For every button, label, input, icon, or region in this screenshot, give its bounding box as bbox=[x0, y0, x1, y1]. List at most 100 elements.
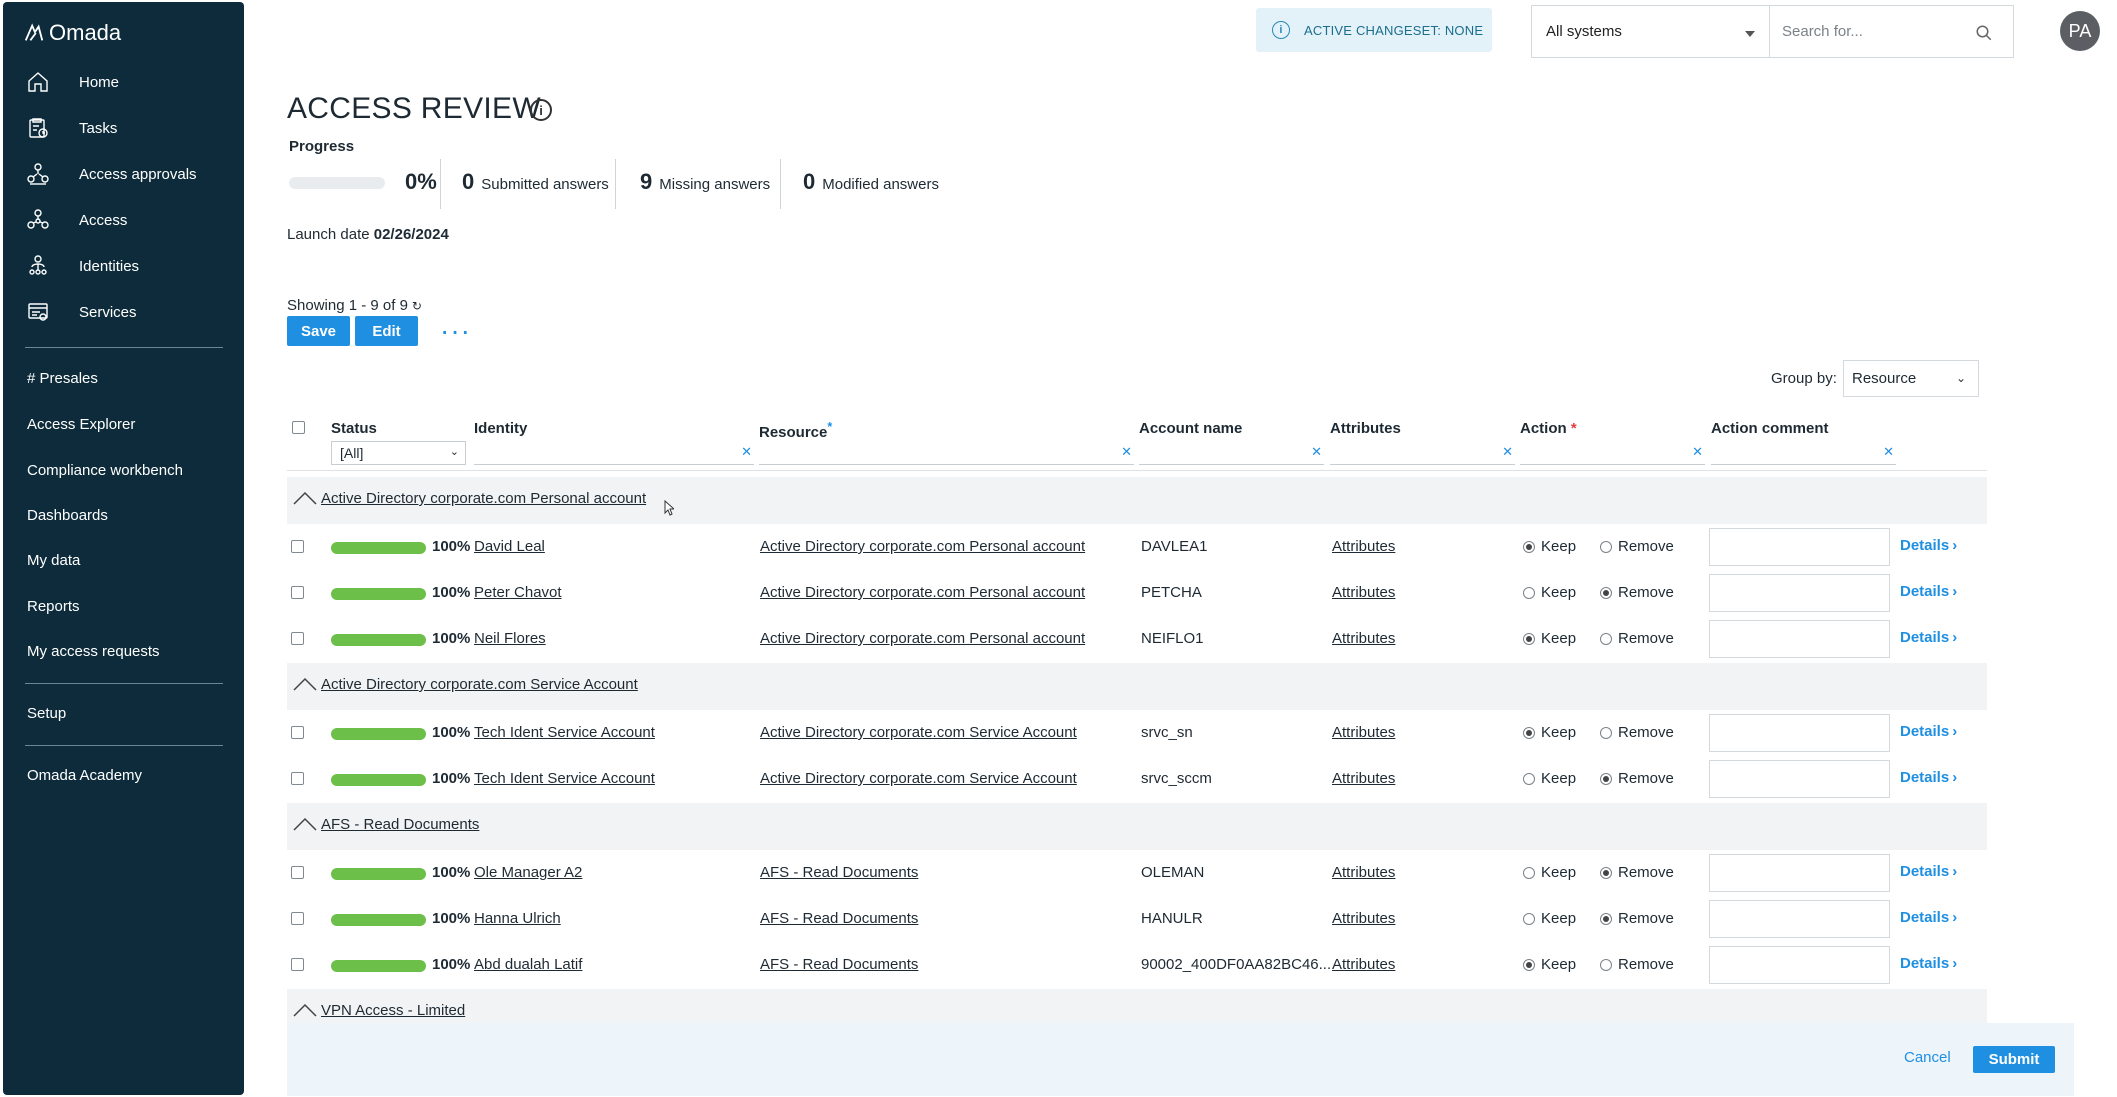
refresh-icon[interactable]: ↻ bbox=[412, 299, 422, 313]
identity-link[interactable]: Tech Ident Service Account bbox=[474, 770, 655, 787]
remove-radio[interactable]: Remove bbox=[1600, 956, 1674, 973]
details-link[interactable]: Details › bbox=[1900, 583, 1957, 600]
identity-link[interactable]: Neil Flores bbox=[474, 630, 546, 647]
attributes-link[interactable]: Attributes bbox=[1332, 956, 1395, 973]
sidebar-item-identities[interactable]: Identities bbox=[25, 250, 225, 282]
identity-link[interactable]: Abd dualah Latif bbox=[474, 956, 582, 973]
resource-link[interactable]: Active Directory corporate.com Personal … bbox=[760, 584, 1085, 601]
details-link[interactable]: Details › bbox=[1900, 629, 1957, 646]
group-by-select[interactable]: Resource ⌄ bbox=[1843, 360, 1979, 397]
identity-link[interactable]: Tech Ident Service Account bbox=[474, 724, 655, 741]
cancel-button[interactable]: Cancel bbox=[1904, 1049, 1951, 1066]
details-link[interactable]: Details › bbox=[1900, 537, 1957, 554]
systems-select[interactable]: All systems bbox=[1531, 5, 1769, 58]
details-link[interactable]: Details › bbox=[1900, 863, 1957, 880]
remove-radio[interactable]: Remove bbox=[1600, 584, 1674, 601]
resource-link[interactable]: AFS - Read Documents bbox=[760, 956, 918, 973]
action-comment-input[interactable] bbox=[1709, 760, 1890, 798]
omada-logo[interactable]: Omada bbox=[23, 20, 121, 46]
clear-filter-icon[interactable]: ✕ bbox=[1311, 444, 1322, 460]
clear-filter-icon[interactable]: ✕ bbox=[1692, 444, 1703, 460]
action-comment-input[interactable] bbox=[1709, 574, 1890, 612]
column-header-account-name[interactable]: Account name bbox=[1139, 420, 1242, 437]
keep-radio[interactable]: Keep bbox=[1523, 724, 1576, 741]
row-checkbox[interactable] bbox=[291, 912, 304, 925]
action-comment-input[interactable] bbox=[1709, 620, 1890, 658]
row-checkbox[interactable] bbox=[291, 586, 304, 599]
sidebar-item-services[interactable]: Services bbox=[25, 296, 225, 328]
row-checkbox[interactable] bbox=[291, 540, 304, 553]
keep-radio[interactable]: Keep bbox=[1523, 630, 1576, 647]
column-header-status[interactable]: Status bbox=[331, 420, 377, 437]
column-header-identity[interactable]: Identity bbox=[474, 420, 527, 437]
attributes-link[interactable]: Attributes bbox=[1332, 584, 1395, 601]
group-label[interactable]: Active Directory corporate.com Service A… bbox=[321, 676, 638, 693]
resource-link[interactable]: Active Directory corporate.com Personal … bbox=[760, 630, 1085, 647]
attributes-link[interactable]: Attributes bbox=[1332, 864, 1395, 881]
avatar[interactable]: PA bbox=[2060, 11, 2100, 51]
save-button[interactable]: Save bbox=[287, 316, 350, 346]
select-all-checkbox[interactable] bbox=[292, 421, 305, 434]
identity-link[interactable]: Ole Manager A2 bbox=[474, 864, 582, 881]
action-comment-input[interactable] bbox=[1709, 528, 1890, 566]
column-header-action-comment[interactable]: Action comment bbox=[1711, 420, 1829, 437]
sidebar-link-setup[interactable]: Setup bbox=[27, 705, 66, 727]
details-link[interactable]: Details › bbox=[1900, 909, 1957, 926]
sidebar-link-compliance-workbench[interactable]: Compliance workbench bbox=[27, 462, 183, 484]
attributes-filter-input[interactable]: ✕ bbox=[1330, 441, 1515, 465]
sidebar-item-tasks[interactable]: Tasks bbox=[25, 112, 225, 144]
sidebar-link-dashboards[interactable]: Dashboards bbox=[27, 507, 108, 529]
clear-filter-icon[interactable]: ✕ bbox=[1502, 444, 1513, 460]
action-comment-input[interactable] bbox=[1709, 900, 1890, 938]
attributes-link[interactable]: Attributes bbox=[1332, 630, 1395, 647]
row-checkbox[interactable] bbox=[291, 726, 304, 739]
chevron-up-icon[interactable] bbox=[293, 817, 317, 833]
keep-radio[interactable]: Keep bbox=[1523, 770, 1576, 787]
active-changeset-banner[interactable]: i ACTIVE CHANGESET: NONE bbox=[1256, 8, 1492, 52]
row-checkbox[interactable] bbox=[291, 958, 304, 971]
details-link[interactable]: Details › bbox=[1900, 723, 1957, 740]
identity-link[interactable]: David Leal bbox=[474, 538, 545, 555]
remove-radio[interactable]: Remove bbox=[1600, 864, 1674, 881]
resource-link[interactable]: AFS - Read Documents bbox=[760, 864, 918, 881]
keep-radio[interactable]: Keep bbox=[1523, 910, 1576, 927]
info-icon[interactable]: i bbox=[530, 99, 552, 121]
column-header-resource[interactable]: Resource* bbox=[759, 420, 832, 441]
attributes-link[interactable]: Attributes bbox=[1332, 770, 1395, 787]
chevron-up-icon[interactable] bbox=[293, 491, 317, 507]
keep-radio[interactable]: Keep bbox=[1523, 956, 1576, 973]
row-checkbox[interactable] bbox=[291, 866, 304, 879]
submit-button[interactable]: Submit bbox=[1973, 1046, 2055, 1073]
sidebar-item-home[interactable]: Home bbox=[25, 66, 225, 98]
resource-link[interactable]: AFS - Read Documents bbox=[760, 910, 918, 927]
sidebar-link-omada-academy[interactable]: Omada Academy bbox=[27, 767, 142, 789]
action-comment-input[interactable] bbox=[1709, 714, 1890, 752]
resource-link[interactable]: Active Directory corporate.com Service A… bbox=[760, 770, 1077, 787]
details-link[interactable]: Details › bbox=[1900, 955, 1957, 972]
clear-filter-icon[interactable]: ✕ bbox=[1121, 444, 1132, 460]
attributes-link[interactable]: Attributes bbox=[1332, 724, 1395, 741]
identity-link[interactable]: Peter Chavot bbox=[474, 584, 562, 601]
status-filter-select[interactable]: [All] ⌄ bbox=[331, 441, 466, 465]
search-icon[interactable] bbox=[1975, 24, 1993, 42]
keep-radio[interactable]: Keep bbox=[1523, 538, 1576, 555]
sidebar-link-access-explorer[interactable]: Access Explorer bbox=[27, 416, 135, 438]
remove-radio[interactable]: Remove bbox=[1600, 770, 1674, 787]
action-comment-input[interactable] bbox=[1709, 854, 1890, 892]
remove-radio[interactable]: Remove bbox=[1600, 630, 1674, 647]
attributes-link[interactable]: Attributes bbox=[1332, 538, 1395, 555]
identity-filter-input[interactable]: ✕ bbox=[474, 441, 754, 465]
group-label[interactable]: AFS - Read Documents bbox=[321, 816, 479, 833]
row-checkbox[interactable] bbox=[291, 632, 304, 645]
resource-filter-input[interactable]: ✕ bbox=[759, 441, 1134, 465]
row-checkbox[interactable] bbox=[291, 772, 304, 785]
sidebar-item-access-approvals[interactable]: Access approvals bbox=[25, 158, 225, 190]
action-filter-input[interactable]: ✕ bbox=[1520, 441, 1705, 465]
resource-link[interactable]: Active Directory corporate.com Service A… bbox=[760, 724, 1077, 741]
sidebar-link-my-access-requests[interactable]: My access requests bbox=[27, 643, 160, 665]
keep-radio[interactable]: Keep bbox=[1523, 584, 1576, 601]
remove-radio[interactable]: Remove bbox=[1600, 724, 1674, 741]
sidebar-item-access[interactable]: Access bbox=[25, 204, 225, 236]
details-link[interactable]: Details › bbox=[1900, 769, 1957, 786]
remove-radio[interactable]: Remove bbox=[1600, 910, 1674, 927]
